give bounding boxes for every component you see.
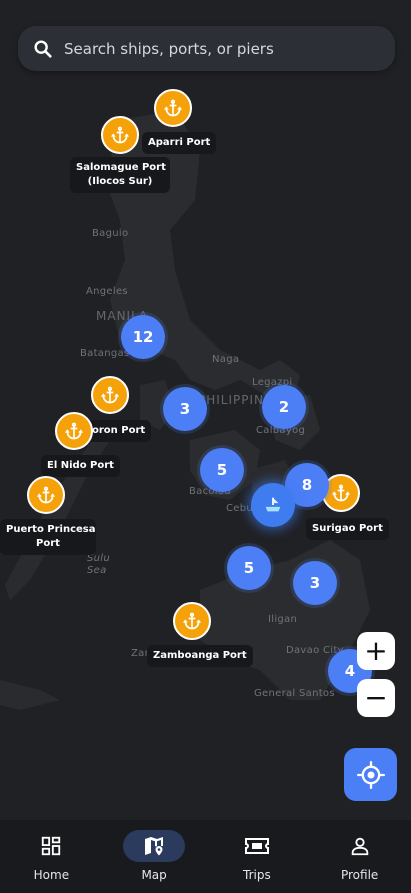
anchor-icon bbox=[110, 126, 130, 144]
anchor-icon bbox=[100, 386, 120, 404]
port-label-aparri[interactable]: Aparri Port bbox=[142, 132, 217, 154]
search-icon bbox=[34, 39, 52, 58]
port-pin-puerto-princesa[interactable] bbox=[27, 476, 65, 514]
port-label-line: Puerto Princesa bbox=[6, 524, 96, 535]
port-label-zamboanga[interactable]: Zamboanga Port bbox=[147, 645, 253, 667]
anchor-icon bbox=[182, 612, 202, 630]
nav-item-home[interactable]: Home bbox=[6, 820, 96, 882]
ship-icon bbox=[265, 497, 281, 512]
current-location-marker[interactable] bbox=[251, 483, 295, 527]
port-label-surigao[interactable]: Surigao Port bbox=[306, 518, 389, 540]
port-pin-coron[interactable] bbox=[91, 376, 129, 414]
person-icon bbox=[351, 837, 368, 856]
map-label-angeles: Angeles bbox=[86, 286, 128, 297]
cluster-marker[interactable]: 3 bbox=[163, 387, 207, 431]
nav-item-map[interactable]: Map bbox=[109, 820, 199, 882]
anchor-icon bbox=[163, 99, 183, 117]
search-bar[interactable] bbox=[18, 26, 395, 71]
port-label-line: Port bbox=[36, 538, 60, 549]
port-label-el-nido[interactable]: El Nido Port bbox=[41, 455, 120, 477]
map-label-sulu-sea: Sulu Sea bbox=[87, 553, 111, 576]
zoom-out-button[interactable]: − bbox=[357, 679, 395, 717]
map-label-batangas: Batangas bbox=[80, 348, 130, 359]
cluster-marker[interactable]: 2 bbox=[262, 385, 306, 429]
cluster-marker[interactable]: 5 bbox=[200, 448, 244, 492]
port-label-line: (Ilocos Sur) bbox=[87, 176, 153, 187]
zoom-in-button[interactable]: + bbox=[357, 632, 395, 670]
map-label-cebu: Cebu bbox=[226, 503, 254, 514]
my-location-button[interactable] bbox=[344, 748, 397, 801]
nav-icon-container bbox=[20, 830, 82, 862]
port-label-line: Salomague Port bbox=[76, 162, 166, 173]
anchor-icon bbox=[36, 486, 56, 504]
port-pin-zamboanga[interactable] bbox=[173, 602, 211, 640]
port-pin-el-nido[interactable] bbox=[55, 412, 93, 450]
cluster-marker[interactable]: 3 bbox=[293, 561, 337, 605]
map-view[interactable]: Baguio Angeles MANILA Batangas Naga Lega… bbox=[0, 0, 411, 820]
port-label-salomague[interactable]: Salomague Port (Ilocos Sur) bbox=[70, 157, 170, 193]
port-label-puerto-princesa[interactable]: Puerto Princesa Port bbox=[0, 519, 96, 555]
nav-item-trips[interactable]: Trips bbox=[212, 820, 302, 882]
nav-label-map: Map bbox=[141, 868, 167, 882]
dashboard-icon bbox=[42, 836, 61, 856]
port-label-coron[interactable]: oron Port bbox=[86, 420, 152, 442]
nav-label-profile: Profile bbox=[340, 868, 379, 882]
cluster-marker[interactable]: 5 bbox=[227, 546, 271, 590]
bottom-navigation: Home Map Trips Profile bbox=[0, 820, 411, 893]
search-input[interactable] bbox=[64, 39, 395, 58]
map-label-baguio: Baguio bbox=[92, 228, 129, 239]
map-label-iligan: Iligan bbox=[268, 614, 298, 625]
port-pin-salomague[interactable] bbox=[101, 116, 139, 154]
map-pin-icon bbox=[145, 837, 164, 856]
nav-label-trips: Trips bbox=[243, 868, 271, 882]
cluster-marker[interactable]: 12 bbox=[121, 315, 165, 359]
nav-icon-container bbox=[226, 830, 288, 862]
port-pin-aparri[interactable] bbox=[154, 89, 192, 127]
nav-icon-container bbox=[329, 830, 391, 862]
map-label-naga: Naga bbox=[212, 354, 240, 365]
anchor-icon bbox=[64, 422, 84, 440]
anchor-icon bbox=[331, 484, 351, 502]
map-label-general-santos: General Santos bbox=[254, 688, 335, 699]
nav-icon-container bbox=[123, 830, 186, 862]
nav-label-home: Home bbox=[33, 868, 70, 882]
ticket-icon bbox=[244, 838, 269, 854]
nav-item-profile[interactable]: Profile bbox=[315, 820, 405, 882]
crosshair-icon bbox=[356, 760, 385, 789]
